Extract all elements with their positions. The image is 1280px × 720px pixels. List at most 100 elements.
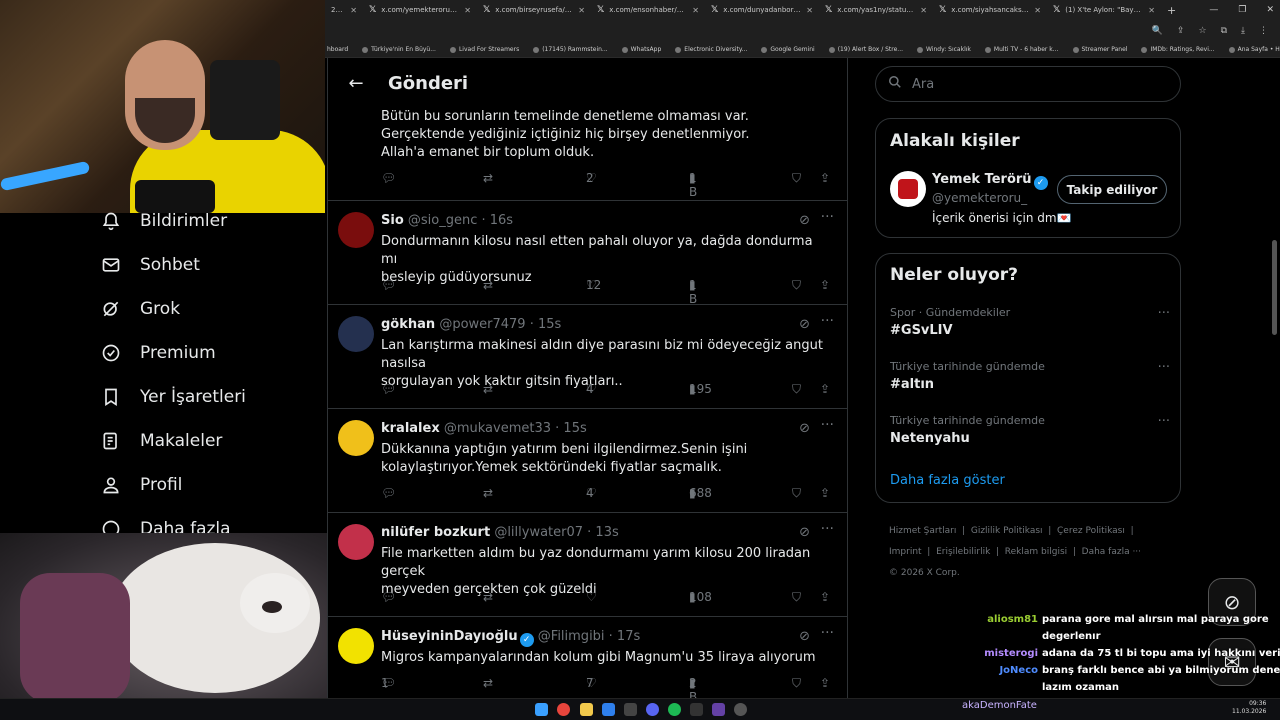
extensions-icon[interactable]: ⧉ (1221, 26, 1227, 36)
avatar[interactable] (338, 628, 374, 664)
post-author[interactable]: Sio (381, 213, 404, 228)
nav-item-articles[interactable]: Makaleler (100, 430, 222, 452)
download-icon[interactable]: ⤓ (1241, 26, 1245, 36)
browser-tab[interactable]: 203133 ✕ (325, 0, 363, 20)
bookmark-item[interactable]: (17145) Rammstein... (533, 46, 608, 53)
menu-icon[interactable]: ⋮ (1259, 26, 1268, 36)
discord-icon[interactable] (646, 703, 659, 716)
bookmark-item[interactable]: hboard (327, 46, 348, 53)
browser-tab[interactable]: 𝕏x.com/ensonhaber/status/20 ✕ (591, 0, 705, 20)
avatar[interactable] (338, 420, 374, 456)
app-icon[interactable] (734, 703, 747, 716)
show-more-link[interactable]: Daha fazla göster (890, 473, 1005, 488)
footer-link[interactable]: Hizmet Şartları (889, 526, 956, 536)
tab-close-icon[interactable]: ✕ (806, 6, 813, 15)
bookmark-item[interactable]: (19) Alert Box / Stre... (828, 46, 903, 53)
new-tab-icon[interactable]: + (1167, 4, 1176, 17)
close-icon[interactable]: ✕ (1266, 5, 1274, 15)
chrome-icon[interactable] (557, 703, 570, 716)
nav-item-notifications[interactable]: Bildirimler (100, 210, 227, 232)
following-button[interactable]: Takip ediliyor (1057, 175, 1167, 204)
post[interactable]: Sio @sio_genc · 16s ⊘ ··· Dondurmanın kilos… (328, 201, 847, 306)
more-icon[interactable]: ··· (821, 313, 834, 329)
post-author[interactable]: nilüfer bozkurt (381, 525, 490, 540)
tab-close-icon[interactable]: ✕ (350, 6, 357, 15)
bookmark-item[interactable]: IMDb: Ratings, Revi... (1141, 46, 1215, 53)
app-icon[interactable] (690, 703, 703, 716)
avatar[interactable] (338, 524, 374, 560)
more-icon[interactable]: ··· (821, 209, 834, 225)
tab-close-icon[interactable]: ✕ (692, 6, 699, 15)
more-icon[interactable]: ··· (821, 417, 834, 433)
post[interactable]: HüseyininDayıoğlu ✓ @Filimgibi · 17s ⊘ ··· M… (328, 617, 847, 698)
tab-close-icon[interactable]: ✕ (464, 6, 471, 15)
grok-icon[interactable]: ⊘ (799, 317, 810, 332)
tab-close-icon[interactable]: ✕ (1148, 6, 1155, 15)
trend-item[interactable]: Spor · Gündemdekiler #GSvLIV ··· (890, 306, 1170, 338)
nav-item-grok[interactable]: Grok (100, 298, 180, 320)
more-icon[interactable]: ··· (1158, 306, 1170, 321)
avatar[interactable] (338, 212, 374, 248)
footer-link[interactable]: Reklam bilgisi (1005, 547, 1067, 557)
more-icon[interactable]: ··· (821, 521, 834, 537)
browser-tab[interactable]: 𝕏x.com/siyahsancaks/status/20 ✕ (933, 0, 1047, 20)
app-icon[interactable] (602, 703, 615, 716)
nav-item-premium[interactable]: Premium (100, 342, 216, 364)
zoom-icon[interactable]: 🔍 (1152, 26, 1163, 36)
footer-link[interactable]: Gizlilik Politikası (971, 526, 1043, 536)
minimize-icon[interactable]: — (1209, 5, 1218, 15)
trend-item[interactable]: Türkiye tarihinde gündemde Netenyahu ··· (890, 414, 1170, 446)
bookmark-item[interactable]: Windy: Sıcaklık (917, 46, 971, 53)
maximize-icon[interactable]: ❐ (1238, 5, 1246, 15)
footer-link[interactable]: Erişilebilirlik (936, 547, 990, 557)
post-author[interactable]: kralalex (381, 421, 440, 436)
start-icon[interactable] (535, 703, 548, 716)
share-icon[interactable]: ⇪ (1177, 26, 1185, 36)
bookmark-item[interactable]: Streamer Panel (1072, 46, 1127, 53)
scrollbar[interactable] (1272, 240, 1277, 335)
post[interactable]: gökhan @power7479 · 15s ⊘ ··· Lan karıştırm… (328, 305, 847, 409)
post-author[interactable]: HüseyininDayıoğlu (381, 629, 518, 644)
trend-item[interactable]: Türkiye tarihinde gündemde #altın ··· (890, 360, 1170, 392)
star-icon[interactable]: ☆ (1199, 26, 1207, 36)
browser-tab[interactable]: 𝕏x.com/yemekteroru_/status/20 ✕ (363, 0, 477, 20)
avatar[interactable] (338, 316, 374, 352)
grok-icon[interactable]: ⊘ (799, 213, 810, 228)
bookmark-item[interactable]: Electronic Diversity... (675, 46, 747, 53)
footer-link[interactable]: Çerez Politikası (1057, 526, 1125, 536)
post[interactable]: kralalex @mukavemet33 · 15s ⊘ ··· Dükkanına… (328, 409, 847, 513)
bookmark-item[interactable]: Multi TV - 6 haber k... (984, 46, 1059, 53)
browser-tab[interactable]: 𝕏x.com/birseyrusefa/status/20 ✕ (477, 0, 591, 20)
post[interactable]: Bütün bu sorunların temelinde denetleme … (328, 58, 847, 201)
post-author[interactable]: gökhan (381, 317, 435, 332)
folder-icon[interactable] (580, 703, 593, 716)
footer-link[interactable]: Daha fazla ··· (1082, 547, 1141, 557)
nav-item-chat[interactable]: Sohbet (100, 254, 200, 276)
bookmark-item[interactable]: Livad For Streamers (449, 46, 519, 53)
avatar[interactable] (890, 171, 926, 207)
app-icon[interactable] (712, 703, 725, 716)
more-icon[interactable]: ··· (1158, 360, 1170, 375)
bookmark-item[interactable]: WhatsApp (621, 46, 661, 53)
tab-close-icon[interactable]: ✕ (578, 6, 585, 15)
steam-icon[interactable] (624, 703, 637, 716)
browser-tab[interactable]: 𝕏 (1) X'te Aylon: "Bayrak asan d ✕ (1047, 0, 1161, 20)
browser-tab[interactable]: 𝕏x.com/yas1ny/status/2031347 ✕ (819, 0, 933, 20)
more-icon[interactable]: ··· (1158, 414, 1170, 429)
bookmark-item[interactable]: Google Gemini (761, 46, 815, 53)
spotify-icon[interactable] (668, 703, 681, 716)
browser-tab[interactable]: 𝕏x.com/dunyadanborsa/status ✕ (705, 0, 819, 20)
nav-item-profile[interactable]: Profil (100, 474, 182, 496)
tab-close-icon[interactable]: ✕ (1034, 6, 1041, 15)
footer-link[interactable]: Imprint (889, 547, 922, 557)
grok-icon[interactable]: ⊘ (799, 421, 810, 436)
bookmark-item[interactable]: Türkiye'nin En Büyü... (362, 46, 436, 53)
tab-close-icon[interactable]: ✕ (920, 6, 927, 15)
post[interactable]: nilüfer bozkurt @lillywater07 · 13s ⊘ ··· F… (328, 513, 847, 617)
search-input[interactable]: Ara (875, 66, 1181, 102)
more-icon[interactable]: ··· (821, 625, 834, 641)
nav-item-bookmarks[interactable]: Yer İşaretleri (100, 386, 246, 408)
grok-icon[interactable]: ⊘ (799, 629, 810, 644)
related-name[interactable]: Yemek Terörü ✓ (932, 172, 1048, 190)
grok-icon[interactable]: ⊘ (799, 525, 810, 540)
